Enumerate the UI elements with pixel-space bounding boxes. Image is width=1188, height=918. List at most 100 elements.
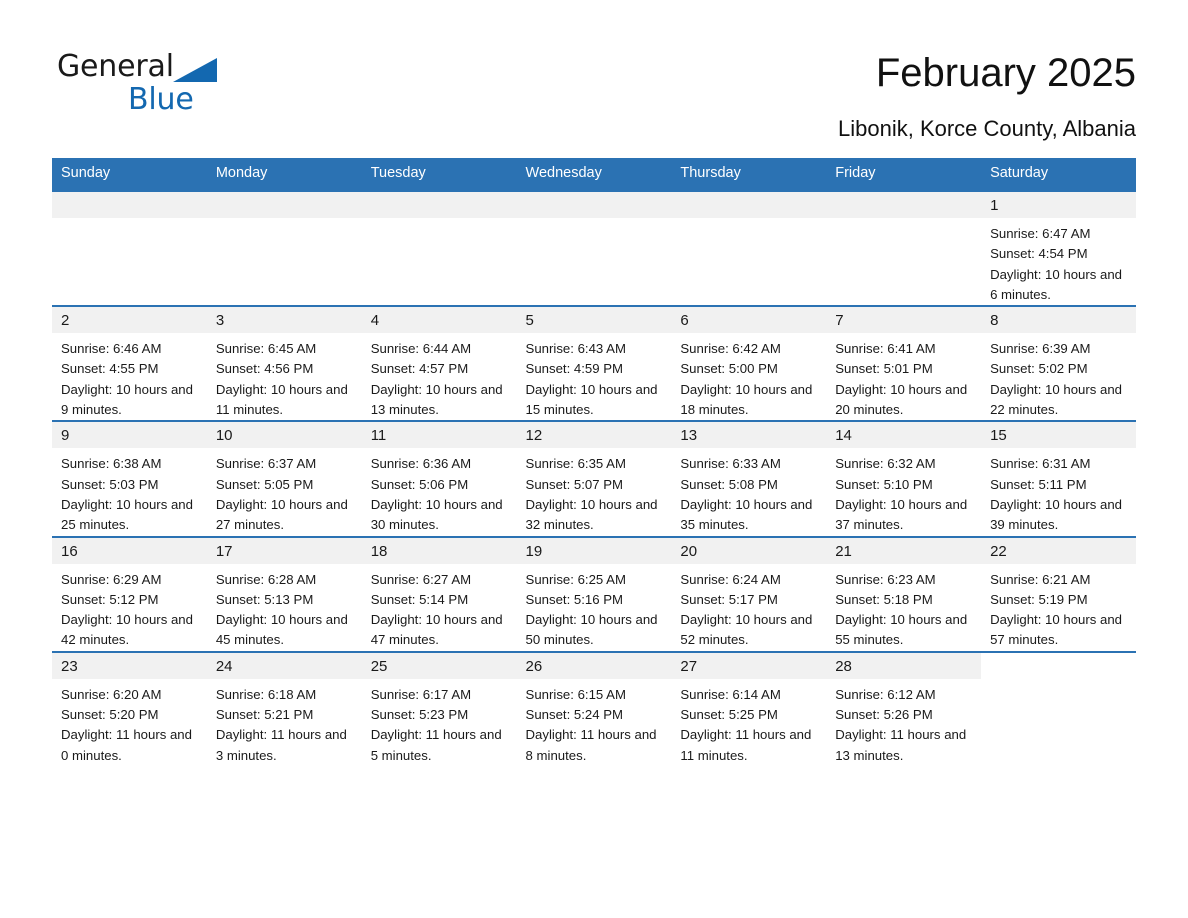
- calendar-day-cell[interactable]: 28 Sunrise: 6:12 AM Sunset: 5:26 PM Dayligh…: [826, 650, 982, 766]
- calendar-day-cell[interactable]: 15 Sunrise: 6:31 AM Sunset: 5:11 PM Dayligh…: [981, 420, 1136, 537]
- sunrise-text: Sunrise: 6:47 AM: [990, 226, 1091, 241]
- calendar-day-cell-empty: [981, 650, 1136, 766]
- calendar-day-cell[interactable]: 19 Sunrise: 6:25 AM Sunset: 5:16 PM Dayligh…: [516, 535, 672, 652]
- sunset-text: Sunset: 5:21 PM: [215, 707, 314, 723]
- day-number: 4: [361, 307, 517, 334]
- sunset-text: Sunset: 4:57 PM: [370, 361, 469, 377]
- daylight-text: Daylight: 11 hours and 0 minutes.: [61, 727, 192, 763]
- calendar-day-cell[interactable]: 21 Sunrise: 6:23 AM Sunset: 5:18 PM Dayligh…: [826, 535, 982, 652]
- day-cell-inner: 22 Sunrise: 6:21 AM Sunset: 5:19 PM Dayligh…: [981, 537, 1136, 651]
- day-details: Sunrise: 6:38 AM Sunset: 5:03 PM Daylight:…: [52, 448, 207, 535]
- day-number: 20: [671, 537, 827, 564]
- calendar-day-cell[interactable]: 18 Sunrise: 6:27 AM Sunset: 5:14 PM Dayligh…: [361, 535, 517, 652]
- calendar-day-cell[interactable]: 6 Sunrise: 6:42 AM Sunset: 5:00 PM Daylight…: [671, 305, 827, 422]
- calendar-day-cell[interactable]: 23 Sunrise: 6:20 AM Sunset: 5:20 PM Dayligh…: [52, 650, 207, 766]
- calendar-page: General Blue February 2025 Libonik, Korc…: [0, 0, 1188, 918]
- daylight-text: Daylight: 10 hours and 9 minutes.: [61, 381, 193, 418]
- calendar-day-cell[interactable]: 8 Sunrise: 6:39 AM Sunset: 5:02 PM Daylight…: [981, 305, 1136, 422]
- daylight-text: Daylight: 10 hours and 45 minutes.: [215, 612, 348, 648]
- calendar-day-cell[interactable]: 5 Sunrise: 6:43 AM Sunset: 4:59 PM Daylight…: [516, 305, 672, 422]
- daylight-text: Daylight: 10 hours and 52 minutes.: [680, 612, 813, 648]
- sunset-text: Sunset: 5:11 PM: [990, 476, 1087, 492]
- day-number: 24: [206, 652, 362, 679]
- day-number: 14: [826, 422, 982, 449]
- day-details: Sunrise: 6:25 AM Sunset: 5:16 PM Daylight:…: [517, 564, 672, 651]
- day-details: Sunrise: 6:33 AM Sunset: 5:08 PM Daylight:…: [671, 448, 826, 535]
- day-number: 15: [981, 422, 1136, 449]
- calendar-day-cell[interactable]: 24 Sunrise: 6:18 AM Sunset: 5:21 PM Dayligh…: [206, 650, 362, 766]
- day-number: 6: [671, 307, 827, 334]
- calendar-day-cell[interactable]: 26 Sunrise: 6:15 AM Sunset: 5:24 PM Dayligh…: [516, 650, 672, 766]
- day-number: 27: [671, 652, 827, 679]
- page-header: General Blue February 2025 Libonik, Korc…: [0, 0, 1188, 141]
- sunrise-text: Sunrise: 6:15 AM: [525, 686, 626, 702]
- sunrise-text: Sunrise: 6:21 AM: [990, 571, 1091, 587]
- calendar-day-cell[interactable]: 13 Sunrise: 6:33 AM Sunset: 5:08 PM Dayligh…: [671, 420, 827, 537]
- calendar-day-cell[interactable]: 22 Sunrise: 6:21 AM Sunset: 5:19 PM Dayligh…: [981, 535, 1136, 652]
- calendar-day-cell[interactable]: 4 Sunrise: 6:44 AM Sunset: 4:57 PM Daylight…: [361, 305, 517, 422]
- calendar-day-cell[interactable]: 27 Sunrise: 6:14 AM Sunset: 5:25 PM Dayligh…: [671, 650, 827, 766]
- sunrise-text: Sunrise: 6:27 AM: [370, 571, 472, 587]
- day-cell-inner: 6 Sunrise: 6:42 AM Sunset: 5:00 PM Daylight…: [671, 307, 827, 420]
- calendar-day-cell[interactable]: 3 Sunrise: 6:45 AM Sunset: 4:56 PM Daylight…: [206, 305, 362, 422]
- calendar-day-cell-empty: [671, 189, 827, 307]
- day-number: [826, 192, 982, 218]
- sunrise-text: Sunrise: 6:23 AM: [835, 571, 936, 587]
- day-cell-inner: 12 Sunrise: 6:35 AM Sunset: 5:07 PM Dayligh…: [516, 422, 672, 535]
- day-details: Sunrise: 6:36 AM Sunset: 5:06 PM Daylight:…: [362, 448, 517, 535]
- day-cell-inner: [52, 192, 207, 305]
- calendar-week-row: 23 Sunrise: 6:20 AM Sunset: 5:20 PM Dayligh…: [52, 650, 1136, 766]
- calendar-week-row: 2 Sunrise: 6:46 AM Sunset: 4:55 PM Daylight…: [52, 305, 1136, 422]
- sunset-text: Sunset: 4:59 PM: [525, 361, 624, 377]
- sunset-text: Sunset: 5:01 PM: [835, 361, 933, 377]
- calendar-day-cell[interactable]: 7 Sunrise: 6:41 AM Sunset: 5:01 PM Daylight…: [826, 305, 982, 422]
- daylight-text: Daylight: 10 hours and 32 minutes.: [525, 496, 658, 533]
- calendar-day-cell[interactable]: 16 Sunrise: 6:29 AM Sunset: 5:12 PM Dayligh…: [52, 535, 207, 652]
- sunrise-text: Sunrise: 6:36 AM: [370, 456, 472, 472]
- day-number: 2: [52, 307, 207, 334]
- day-cell-inner: 26 Sunrise: 6:15 AM Sunset: 5:24 PM Dayligh…: [516, 652, 672, 766]
- day-cell-inner: [516, 192, 672, 305]
- day-cell-inner: 3 Sunrise: 6:45 AM Sunset: 4:56 PM Daylight…: [206, 307, 362, 420]
- day-details: Sunrise: 6:14 AM Sunset: 5:25 PM Daylight:…: [671, 679, 826, 766]
- calendar-day-cell[interactable]: 1 Sunrise: 6:47 AM Sunset: 4:54 PM Daylight…: [981, 189, 1136, 307]
- day-number: 25: [361, 652, 517, 679]
- calendar-day-cell-empty: [516, 189, 672, 307]
- daylight-text: Daylight: 10 hours and 47 minutes.: [370, 612, 503, 648]
- daylight-text: Daylight: 10 hours and 13 minutes.: [370, 381, 503, 418]
- sunrise-text: Sunrise: 6:12 AM: [835, 686, 936, 702]
- calendar-day-cell[interactable]: 20 Sunrise: 6:24 AM Sunset: 5:17 PM Dayligh…: [671, 535, 827, 652]
- sunrise-text: Sunrise: 6:31 AM: [990, 456, 1091, 472]
- day-cell-inner: 15 Sunrise: 6:31 AM Sunset: 5:11 PM Dayligh…: [981, 422, 1136, 535]
- day-number: 22: [981, 537, 1136, 564]
- weekday-header-row: Sunday Monday Tuesday Wednesday Thursday…: [52, 158, 1136, 191]
- day-cell-inner: 10 Sunrise: 6:37 AM Sunset: 5:05 PM Dayligh…: [206, 422, 362, 535]
- calendar-day-cell[interactable]: 17 Sunrise: 6:28 AM Sunset: 5:13 PM Dayligh…: [206, 535, 362, 652]
- calendar-day-cell[interactable]: 9 Sunrise: 6:38 AM Sunset: 5:03 PM Daylight…: [52, 420, 207, 537]
- calendar-day-cell[interactable]: 2 Sunrise: 6:46 AM Sunset: 4:55 PM Daylight…: [52, 305, 207, 422]
- logo-top-row: General: [57, 52, 257, 84]
- calendar-day-cell[interactable]: 12 Sunrise: 6:35 AM Sunset: 5:07 PM Dayligh…: [516, 420, 672, 537]
- calendar-day-cell[interactable]: 10 Sunrise: 6:37 AM Sunset: 5:05 PM Dayligh…: [206, 420, 362, 537]
- weekday-header-wednesday: Wednesday: [516, 158, 672, 191]
- day-details: Sunrise: 6:42 AM Sunset: 5:00 PM Daylight:…: [671, 333, 826, 420]
- day-number: 8: [981, 307, 1136, 334]
- day-cell-inner: 1 Sunrise: 6:47 AM Sunset: 4:54 PM Daylight…: [981, 192, 1136, 305]
- day-details: Sunrise: 6:27 AM Sunset: 5:14 PM Daylight:…: [362, 564, 517, 651]
- daylight-text: Daylight: 10 hours and 6 minutes.: [990, 266, 1123, 302]
- daylight-text: Daylight: 10 hours and 22 minutes.: [990, 381, 1123, 418]
- calendar-day-cell[interactable]: 25 Sunrise: 6:17 AM Sunset: 5:23 PM Dayligh…: [361, 650, 517, 766]
- day-details: Sunrise: 6:29 AM Sunset: 5:12 PM Daylight:…: [52, 564, 207, 651]
- calendar-day-cell[interactable]: 14 Sunrise: 6:32 AM Sunset: 5:10 PM Dayligh…: [826, 420, 982, 537]
- general-blue-logo: General Blue: [57, 52, 257, 115]
- sunrise-text: Sunrise: 6:44 AM: [370, 341, 472, 357]
- day-cell-inner: 2 Sunrise: 6:46 AM Sunset: 4:55 PM Daylight…: [52, 307, 207, 420]
- weekday-header-thursday: Thursday: [671, 158, 827, 191]
- sunset-text: Sunset: 4:55 PM: [61, 361, 159, 377]
- calendar-day-cell[interactable]: 11 Sunrise: 6:36 AM Sunset: 5:06 PM Dayligh…: [361, 420, 517, 537]
- sunrise-text: Sunrise: 6:43 AM: [525, 341, 626, 357]
- day-cell-inner: 5 Sunrise: 6:43 AM Sunset: 4:59 PM Daylight…: [516, 307, 672, 420]
- day-cell-inner: 24 Sunrise: 6:18 AM Sunset: 5:21 PM Dayligh…: [206, 652, 362, 766]
- day-number: 16: [52, 537, 207, 564]
- sunset-text: Sunset: 5:06 PM: [370, 476, 469, 492]
